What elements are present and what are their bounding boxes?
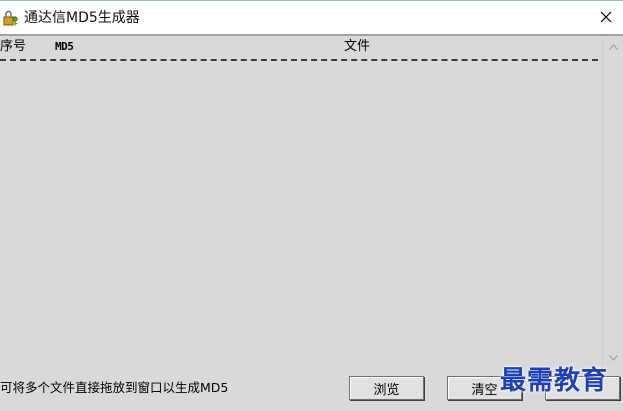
column-header-md5: MD5 (55, 40, 74, 53)
close-button[interactable] (589, 1, 623, 35)
list-header: 序号 MD5 文件 (0, 38, 600, 56)
header-divider (0, 59, 598, 61)
watermark-logo: 最需教育 (500, 366, 609, 396)
browse-button[interactable]: 浏览 (349, 376, 424, 400)
scroll-up-icon[interactable] (603, 39, 623, 55)
window-title: 通达信MD5生成器 (24, 10, 140, 26)
close-icon (600, 11, 612, 26)
title-bar: 通达信MD5生成器 (0, 0, 623, 34)
vertical-scrollbar[interactable] (602, 36, 623, 369)
column-header-file: 文件 (344, 39, 371, 54)
drag-drop-hint: 可将多个文件直接拖放到窗口以生成MD5 (0, 380, 229, 395)
column-header-index: 序号 (0, 39, 27, 54)
md5-list[interactable]: 序号 MD5 文件 (0, 34, 623, 371)
lock-key-icon (3, 10, 19, 26)
